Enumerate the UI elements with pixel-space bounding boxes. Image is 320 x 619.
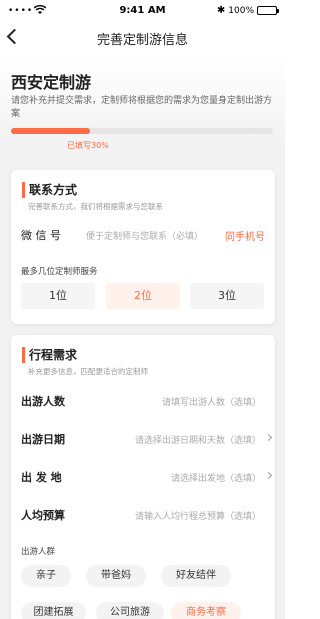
- hero-section: 西安定制游 请您补充并提交需求，定制师将根据您的需求为您量身定制出游方案 已填写…: [0, 54, 285, 159]
- chevron-right-icon: [264, 471, 273, 480]
- destination-title: 西安定制游: [11, 73, 92, 92]
- nav-bar: 完善定制游信息: [0, 22, 285, 52]
- destination-description: 请您补充并提交需求，定制师将根据您的需求为您量身定制出游方案: [11, 96, 273, 119]
- wechat-input[interactable]: 便于定制师与您联系（必填）: [86, 229, 203, 242]
- group-option-parents[interactable]: 带爸妈: [86, 565, 146, 587]
- travelers-label: 出游人数: [21, 395, 65, 408]
- form-row-budget[interactable]: 人均预算 请输入人均行程总预算（选填）: [11, 497, 275, 531]
- budget-label: 人均预算: [21, 509, 65, 522]
- trip-section-title: 行程需求: [22, 347, 77, 363]
- wechat-label: 微 信 号: [21, 229, 61, 242]
- trip-card: 行程需求 补充更多信息，匹配更适合的定制师 出游人数 请填写出游人数（选填） 出…: [11, 335, 275, 619]
- group-label: 出游人群: [21, 547, 56, 557]
- bluetooth-icon: ✱: [216, 5, 226, 16]
- contact-section-title: 联系方式: [22, 182, 77, 198]
- status-right: ✱ 100%: [216, 5, 279, 16]
- status-bar: •••• 9:41 AM ✱ 100%: [0, 0, 285, 22]
- group-option-company[interactable]: 公司旅游: [96, 602, 164, 619]
- departure-select[interactable]: 请选择出发地（选填）: [171, 471, 261, 484]
- same-phone-link[interactable]: 同手机号: [225, 228, 265, 243]
- group-option-team[interactable]: 团建拓展: [21, 602, 86, 619]
- date-label: 出游日期: [21, 433, 65, 446]
- service-option-2[interactable]: 2位: [106, 283, 180, 309]
- form-row-travelers[interactable]: 出游人数 请填写出游人数（选填）: [11, 383, 275, 417]
- progress-label: 已填写30%: [67, 141, 109, 150]
- progress-bar: [11, 128, 273, 134]
- progress-fill: [11, 128, 90, 134]
- group-option-business[interactable]: 商务考察: [171, 602, 241, 619]
- chevron-right-icon: [264, 433, 273, 442]
- service-count-label: 最多几位定制师服务: [21, 267, 98, 277]
- contact-card: 联系方式 完善联系方式，我们将根据需求与您联系 微 信 号 便于定制师与您联系（…: [11, 170, 275, 324]
- form-row-date[interactable]: 出游日期 请选择出游日期和天数（选填）: [11, 421, 275, 455]
- departure-label: 出 发 地: [21, 471, 62, 484]
- contact-section-subtitle: 完善联系方式，我们将根据需求与您联系: [28, 202, 163, 211]
- budget-input[interactable]: 请输入人均行程总预算（选填）: [135, 509, 261, 522]
- battery-percent: 100%: [228, 5, 254, 16]
- page-title: 完善定制游信息: [96, 33, 188, 48]
- trip-section-subtitle: 补充更多信息，匹配更适合的定制师: [28, 367, 148, 376]
- service-option-3[interactable]: 3位: [190, 283, 264, 309]
- date-select[interactable]: 请选择出游日期和天数（选填）: [135, 433, 261, 446]
- group-option-family[interactable]: 亲子: [21, 565, 71, 587]
- form-row-departure[interactable]: 出 发 地 请选择出发地（选填）: [11, 459, 275, 493]
- service-option-1[interactable]: 1位: [21, 283, 95, 309]
- group-option-friends[interactable]: 好友结伴: [161, 565, 231, 587]
- battery-icon: [257, 6, 279, 15]
- travelers-input[interactable]: 请填写出游人数（选填）: [162, 395, 261, 408]
